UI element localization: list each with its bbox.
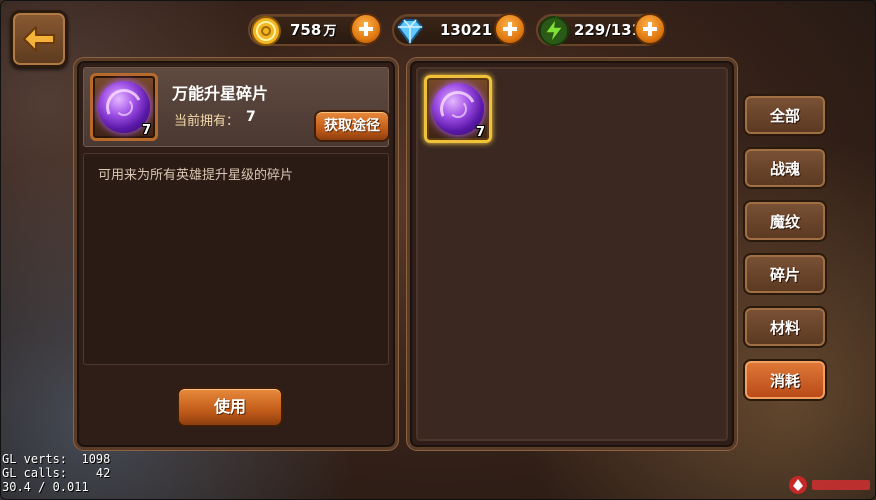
tab-fragment[interactable]: 碎片: [743, 253, 827, 295]
debug-verts: GL verts: 1098: [2, 452, 111, 466]
watermark-text-mark: [812, 480, 870, 490]
stamina-amount: 229/131: [574, 21, 643, 39]
diamond-currency-bar: 13021: [392, 13, 526, 46]
tab-all[interactable]: 全部: [743, 94, 827, 136]
debug-calls: GL calls: 42: [2, 466, 111, 480]
tab-material[interactable]: 材料: [743, 306, 827, 348]
add-diamond-button[interactable]: [494, 13, 526, 45]
back-arrow-icon: [23, 26, 55, 52]
watermark-logo: [787, 474, 870, 496]
owned-label: 当前拥有：: [174, 114, 240, 129]
inventory-slot-quantity: 7: [475, 125, 485, 140]
lightning-icon: [539, 15, 569, 46]
item-header: 7 万能升星碎片 当前拥有： 7 获取途径: [83, 67, 390, 147]
inventory-slot[interactable]: 7: [424, 75, 492, 143]
debug-fps: 30.4 / 0.011: [2, 480, 89, 494]
inventory-grid: 7: [416, 67, 728, 441]
item-detail-icon: 7: [90, 73, 158, 141]
plus-icon: [643, 22, 657, 36]
description-box: 可用来为所有英雄提升星级的碎片: [83, 153, 389, 365]
use-button[interactable]: 使用: [177, 387, 283, 427]
stamina-currency-bar: 229/131: [536, 13, 666, 46]
owned-value: 7: [246, 109, 256, 125]
plus-icon: [503, 22, 517, 36]
diamond-amount: 13021: [440, 21, 493, 39]
inventory-panel: 7: [407, 58, 737, 450]
tab-war-soul[interactable]: 战魂: [743, 147, 827, 189]
item-name: 万能升星碎片: [172, 84, 269, 103]
gold-coin-icon: [251, 16, 281, 46]
obtain-source-button[interactable]: 获取途径: [314, 110, 390, 142]
add-gold-button[interactable]: [350, 13, 382, 45]
plus-icon: [359, 22, 373, 36]
item-description: 可用来为所有英雄提升星级的碎片: [98, 168, 294, 183]
add-stamina-button[interactable]: [634, 13, 666, 45]
watermark-icon: [789, 476, 807, 494]
back-button[interactable]: [10, 10, 68, 68]
gold-unit: 万: [323, 24, 337, 39]
tab-consumable[interactable]: 消耗: [743, 359, 827, 401]
debug-overlay: GL verts: 1098 GL calls: 42 30.4 / 0.011: [2, 452, 110, 494]
gold-amount: 758 万: [290, 21, 337, 39]
item-detail-quantity: 7: [141, 123, 151, 138]
item-detail-panel: 7 万能升星碎片 当前拥有： 7 获取途径 可用来为所有英雄提升星级的碎片 使用: [74, 58, 398, 450]
tab-rune[interactable]: 魔纹: [743, 200, 827, 242]
gold-currency-bar: 758 万: [248, 13, 382, 46]
diamond-icon: [396, 19, 424, 45]
